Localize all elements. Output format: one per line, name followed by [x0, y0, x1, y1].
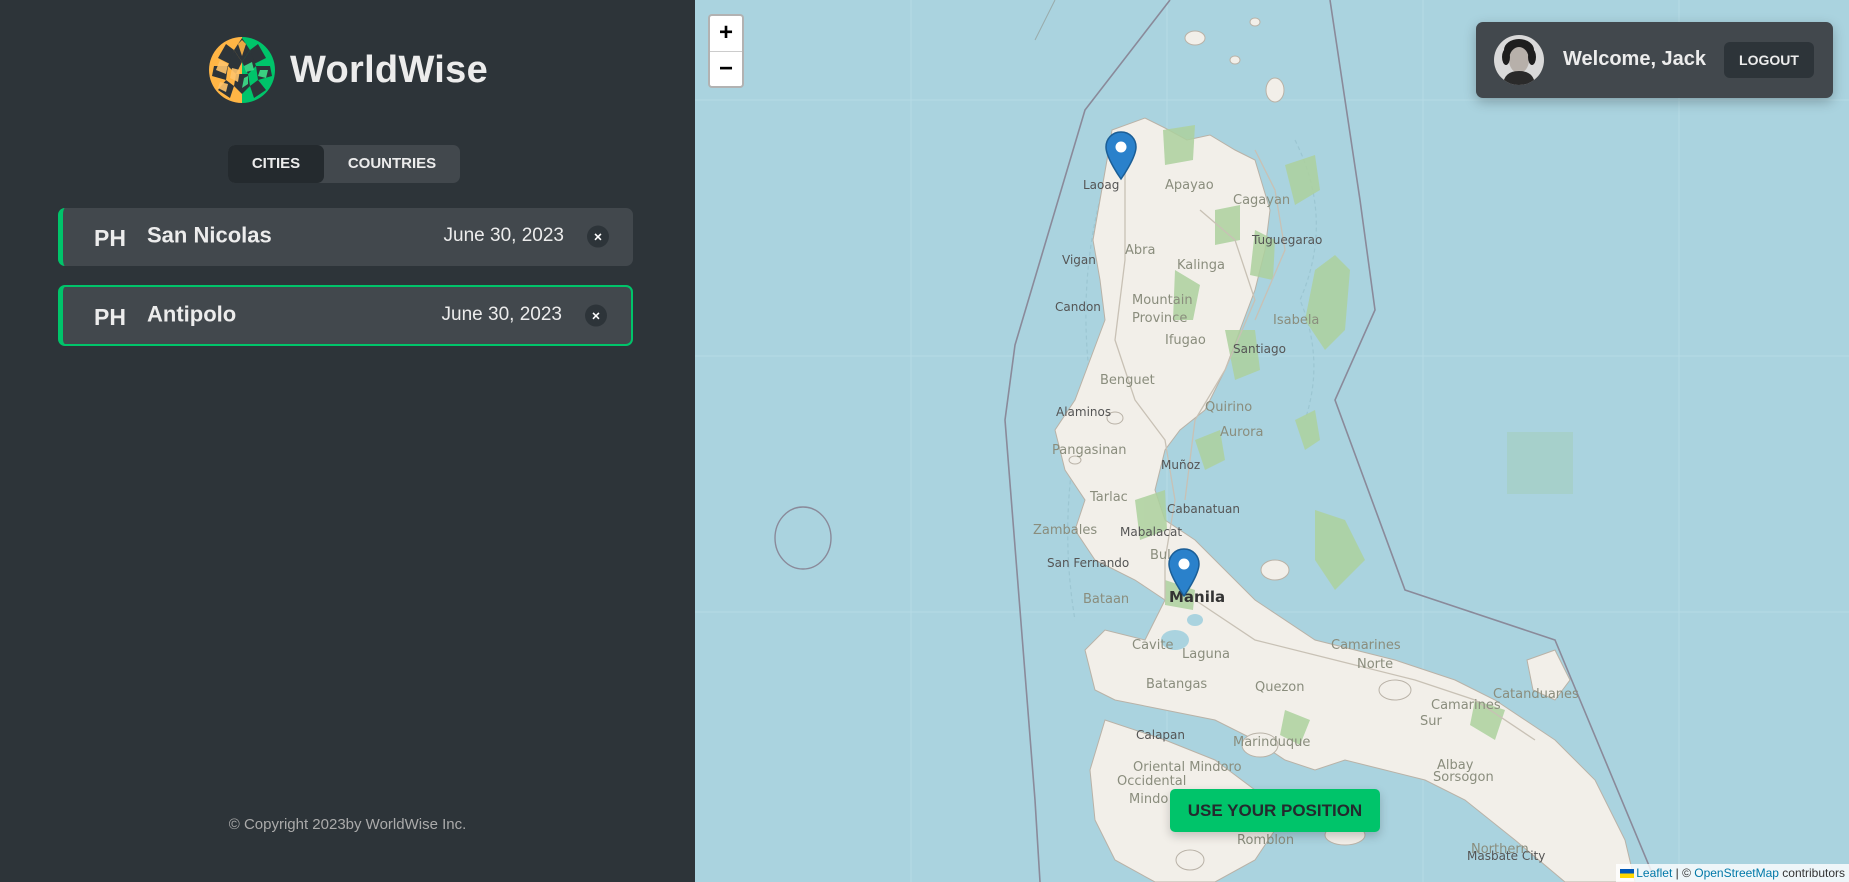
zoom-in-button[interactable]: +: [710, 16, 742, 52]
map-marker-san-nicolas[interactable]: [1105, 131, 1137, 181]
country-code: PH: [94, 224, 126, 251]
openstreetmap-link[interactable]: OpenStreetMap: [1694, 866, 1779, 880]
map-label: Batangas: [1146, 677, 1208, 692]
map-label: Pangasinan: [1052, 443, 1127, 458]
tab-cities[interactable]: Cities: [228, 145, 324, 183]
map-label: Province: [1132, 311, 1188, 326]
city-name: San Nicolas: [147, 222, 272, 248]
user-panel: Welcome, Jack LOGOUT: [1476, 22, 1833, 98]
map-label: Calapan: [1136, 728, 1185, 742]
zoom-out-button[interactable]: −: [710, 52, 742, 87]
map[interactable]: Laoag Apayao Cagayan Tuguegarao Vigan Ab…: [695, 0, 1849, 882]
app-name: WorldWise: [290, 48, 489, 91]
map-label: Camarines: [1431, 698, 1501, 713]
map-label: Aurora: [1220, 425, 1264, 440]
map-label: Zambales: [1033, 523, 1098, 538]
sidebar: WorldWise Cities Countries PH San Nicola…: [0, 0, 695, 882]
map-label: Mindo: [1129, 792, 1169, 807]
map-label: San Fernando: [1047, 556, 1130, 570]
map-label: Camarines: [1331, 638, 1401, 653]
map-attribution: Leaflet | © OpenStreetMap contributors: [1616, 864, 1849, 882]
map-label: Sorsogon: [1433, 770, 1494, 785]
map-label: Candon: [1055, 300, 1101, 314]
map-label: Muñoz: [1161, 458, 1201, 472]
country-code: PH: [94, 303, 126, 330]
logo[interactable]: WorldWise: [208, 36, 488, 104]
attribution-separator: | ©: [1672, 866, 1695, 880]
tab-countries[interactable]: Countries: [324, 145, 460, 183]
map-label: Vigan: [1062, 253, 1096, 267]
map-label: Isabela: [1273, 313, 1320, 328]
ukraine-flag-icon: [1620, 869, 1635, 879]
city-item-san-nicolas[interactable]: PH San Nicolas June 30, 2023 ×: [58, 208, 633, 266]
city-name: Antipolo: [147, 301, 237, 327]
map-marker-antipolo[interactable]: [1168, 548, 1200, 598]
zoom-control: + −: [708, 14, 744, 88]
use-your-position-button[interactable]: USE YOUR POSITION: [1170, 789, 1380, 832]
map-label: Santiago: [1233, 342, 1286, 356]
welcome-text: Welcome, Jack: [1563, 48, 1707, 70]
delete-city-button[interactable]: ×: [587, 225, 609, 248]
tab-bar: Cities Countries: [228, 145, 460, 183]
map-label: Laguna: [1182, 647, 1230, 662]
user-avatar-icon: [1494, 35, 1544, 85]
map-label: Bataan: [1083, 592, 1130, 607]
leaflet-link[interactable]: Leaflet: [1636, 866, 1672, 880]
copyright-footer: © Copyright 2023by WorldWise Inc.: [228, 816, 467, 833]
map-label: Abra: [1125, 243, 1156, 258]
user-avatar: [1494, 35, 1544, 85]
map-label: Quezon: [1255, 680, 1305, 695]
map-label: Mabalacat: [1120, 525, 1183, 539]
attribution-suffix: contributors: [1778, 866, 1845, 880]
map-label: Norte: [1357, 657, 1394, 672]
map-label: Quirino: [1205, 400, 1253, 415]
map-label: Northern: [1471, 842, 1529, 857]
map-label: Oriental Mindoro: [1133, 760, 1242, 775]
city-item-antipolo[interactable]: PH Antipolo June 30, 2023 ×: [58, 285, 633, 346]
map-label: Cavite: [1132, 638, 1174, 653]
map-label: Cagayan: [1233, 193, 1291, 208]
map-label: Apayao: [1165, 178, 1214, 193]
map-label: Catanduanes: [1493, 687, 1579, 702]
map-label: Ifugao: [1165, 333, 1206, 348]
map-label: Marinduque: [1233, 735, 1311, 750]
map-label: Kalinga: [1177, 258, 1225, 273]
globe-logo-icon: [209, 37, 275, 103]
map-label: Romblon: [1237, 833, 1295, 848]
map-label: Cabanatuan: [1167, 502, 1240, 516]
map-label: Alaminos: [1056, 405, 1112, 419]
city-date: June 30, 2023: [443, 224, 564, 246]
map-label: Benguet: [1100, 373, 1155, 388]
city-date: June 30, 2023: [441, 303, 562, 325]
map-label: Tarlac: [1090, 490, 1128, 505]
map-label: Sur: [1420, 714, 1442, 729]
map-label: Tuguegarao: [1252, 233, 1323, 247]
delete-city-button[interactable]: ×: [585, 304, 607, 327]
logout-button[interactable]: LOGOUT: [1724, 42, 1814, 78]
map-label: Occidental: [1117, 774, 1187, 789]
map-label: Mountain: [1132, 293, 1193, 308]
